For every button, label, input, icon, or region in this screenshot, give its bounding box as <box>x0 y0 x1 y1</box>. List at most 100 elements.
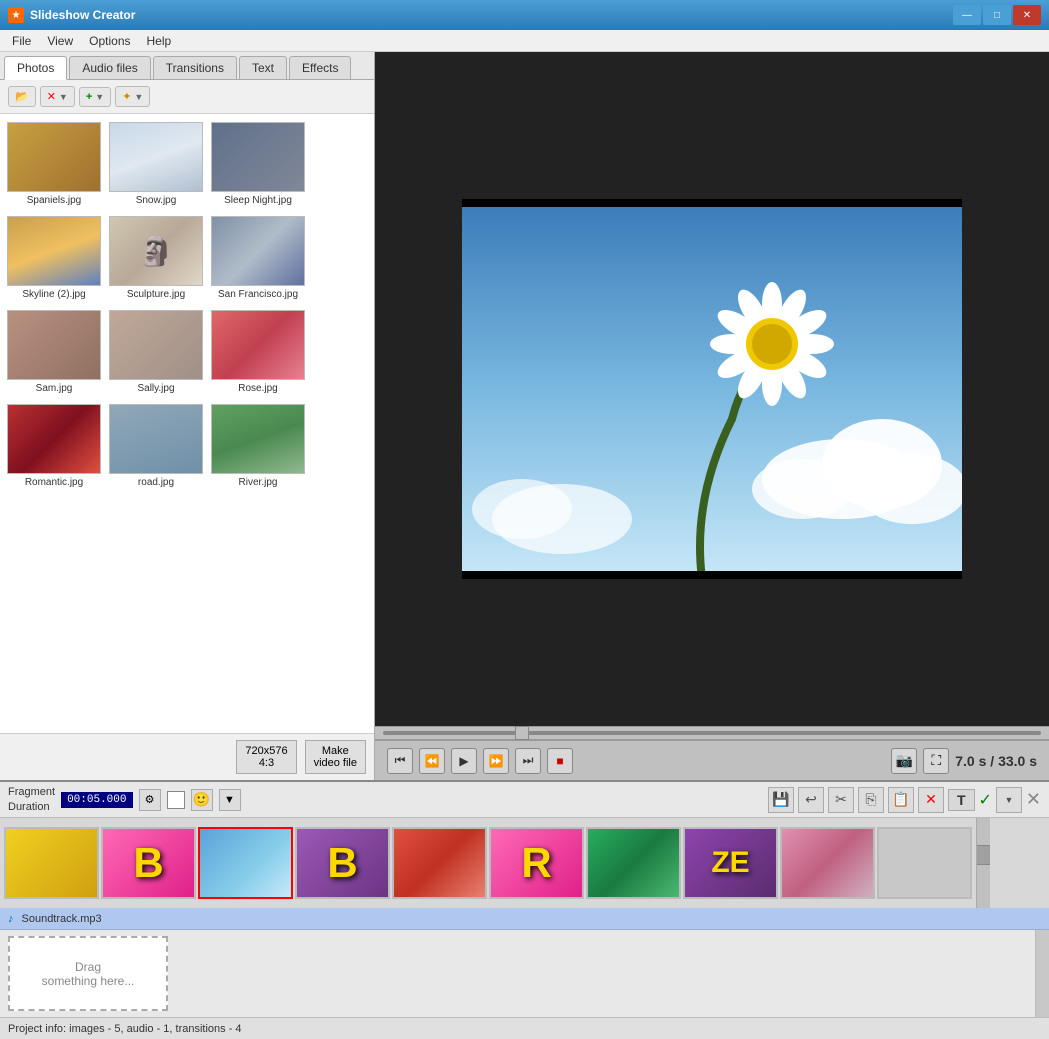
list-item[interactable]: Sam.jpg <box>4 306 104 398</box>
timeline-track: B B R ZE <box>0 818 976 908</box>
list-item[interactable]: River.jpg <box>208 400 308 492</box>
rewind-start-button[interactable]: ⏮ <box>387 748 413 774</box>
audio-filename: Soundtrack.mp3 <box>22 913 102 925</box>
screenshot-button[interactable]: 📷 <box>891 748 917 774</box>
delete-frag-button[interactable]: ✕ <box>918 787 944 813</box>
timeline-item[interactable] <box>780 827 875 899</box>
list-item[interactable]: road.jpg <box>106 400 206 492</box>
forward-button[interactable]: ⏩ <box>483 748 509 774</box>
fullscreen-button[interactable]: ⛶ <box>923 748 949 774</box>
paste-button[interactable]: 📋 <box>888 787 914 813</box>
menu-options[interactable]: Options <box>81 32 138 50</box>
add-icon: + <box>86 91 92 103</box>
bottom-extra: Dragsomething here... <box>0 930 1049 1017</box>
timeline-item[interactable] <box>586 827 681 899</box>
list-item[interactable]: Sleep Night.jpg <box>208 118 308 210</box>
delete-dropdown-icon: ▼ <box>59 92 68 102</box>
preview-area <box>375 52 1049 726</box>
fragment-dropdown-button[interactable]: ▼ <box>219 789 241 811</box>
copy-button[interactable]: ⎘ <box>858 787 884 813</box>
total-time: 33.0 s <box>998 753 1037 769</box>
folder-icon: 📂 <box>15 90 29 103</box>
fragment-face-button[interactable]: 🙂 <box>191 789 213 811</box>
timeline-item[interactable] <box>4 827 99 899</box>
tab-transitions[interactable]: Transitions <box>153 56 237 79</box>
make-video-button[interactable]: Makevideo file <box>305 740 366 774</box>
list-item[interactable]: Skyline (2).jpg <box>4 212 104 304</box>
window-controls: — □ ✕ <box>953 5 1041 25</box>
audio-track: ♪ Soundtrack.mp3 <box>0 908 1049 930</box>
fragment-label: FragmentDuration <box>8 785 55 814</box>
list-item[interactable]: Romantic.jpg <box>4 400 104 492</box>
timeline-item[interactable]: B <box>295 827 390 899</box>
timeline-item[interactable] <box>877 827 972 899</box>
delete-icon: ✕ <box>47 90 56 103</box>
playback-bar: ⏮ ⏪ ▶ ⏩ ⏭ ■ 📷 ⛶ 7.0 s / 33.0 s <box>375 740 1049 780</box>
list-item[interactable]: San Francisco.jpg <box>208 212 308 304</box>
fragment-bar: FragmentDuration 00:05.000 ⚙ 🙂 ▼ 💾 ↩ ✂ ⎘… <box>0 782 1049 818</box>
scrubber-bar[interactable] <box>375 726 1049 740</box>
timeline-item-selected[interactable] <box>198 827 293 899</box>
timeline-item[interactable]: R <box>489 827 584 899</box>
rewind-button[interactable]: ⏪ <box>419 748 445 774</box>
resolution-button[interactable]: 720x5764:3 <box>236 740 296 774</box>
delete-button[interactable]: ✕ ▼ <box>40 86 75 107</box>
title-bar: ★ Slideshow Creator — □ ✕ <box>0 0 1049 30</box>
fragment-time: 00:05.000 <box>61 792 132 808</box>
timeline-item[interactable]: B <box>101 827 196 899</box>
forward-end-button[interactable]: ⏭ <box>515 748 541 774</box>
close-button[interactable]: ✕ <box>1013 5 1041 25</box>
maximize-button[interactable]: □ <box>983 5 1011 25</box>
timeline-item[interactable] <box>392 827 487 899</box>
cut-button[interactable]: ✂ <box>828 787 854 813</box>
scrubber-thumb[interactable] <box>515 726 529 740</box>
minimize-button[interactable]: — <box>953 5 981 25</box>
confirm-dropdown-button[interactable]: ▼ <box>996 787 1022 813</box>
tab-photos[interactable]: Photos <box>4 56 67 80</box>
stop-button[interactable]: ■ <box>547 748 573 774</box>
list-item[interactable]: 🗿 Sculpture.jpg <box>106 212 206 304</box>
fragment-settings-button[interactable]: ⚙ <box>139 789 161 811</box>
add-button[interactable]: + ▼ <box>79 87 111 107</box>
menu-help[interactable]: Help <box>139 32 180 50</box>
file-grid: Spaniels.jpg Snow.jpg Sleep Night.jpg Sk… <box>0 114 374 733</box>
list-item[interactable]: Snow.jpg <box>106 118 206 210</box>
menu-file[interactable]: File <box>4 32 39 50</box>
text-overlay-button[interactable]: T <box>948 789 975 811</box>
timeline-item[interactable]: ZE <box>683 827 778 899</box>
list-item[interactable]: Rose.jpg <box>208 306 308 398</box>
confirm-button[interactable]: ✓ <box>979 790 992 810</box>
auto-button[interactable]: ✦ ▼ <box>115 86 150 107</box>
status-text: Project info: images - 5, audio - 1, tra… <box>8 1023 242 1035</box>
tab-bar: Photos Audio files Transitions Text Effe… <box>0 52 374 80</box>
add-dropdown-icon: ▼ <box>95 92 104 102</box>
open-button[interactable]: 📂 <box>8 86 36 107</box>
left-panel: Photos Audio files Transitions Text Effe… <box>0 52 375 780</box>
menu-bar: File View Options Help <box>0 30 1049 52</box>
main-container: Photos Audio files Transitions Text Effe… <box>0 52 1049 780</box>
time-separator: / <box>990 753 998 769</box>
audio-icon: ♪ <box>8 913 14 925</box>
preview-top-bar <box>462 199 962 207</box>
tab-text[interactable]: Text <box>239 56 287 79</box>
cancel-button[interactable]: ✕ <box>1026 789 1041 810</box>
fragment-checkbox[interactable] <box>167 791 185 809</box>
drop-zone-text: Dragsomething here... <box>42 960 135 988</box>
time-display: 7.0 s / 33.0 s <box>955 753 1037 769</box>
bottom-section: FragmentDuration 00:05.000 ⚙ 🙂 ▼ 💾 ↩ ✂ ⎘… <box>0 780 1049 1039</box>
tab-effects[interactable]: Effects <box>289 56 351 79</box>
drop-zone[interactable]: Dragsomething here... <box>8 936 168 1011</box>
right-panel: ⏮ ⏪ ▶ ⏩ ⏭ ■ 📷 ⛶ 7.0 s / 33.0 s <box>375 52 1049 780</box>
preview-bottom-bar <box>462 571 962 579</box>
tab-audio-files[interactable]: Audio files <box>69 56 150 79</box>
list-item[interactable]: Spaniels.jpg <box>4 118 104 210</box>
fragment-toolbar-right: 💾 ↩ ✂ ⎘ 📋 ✕ T ✓ ▼ ✕ <box>768 787 1041 813</box>
menu-view[interactable]: View <box>39 32 81 50</box>
play-button[interactable]: ▶ <box>451 748 477 774</box>
undo-button[interactable]: ↩ <box>798 787 824 813</box>
list-item[interactable]: Sally.jpg <box>106 306 206 398</box>
save-button[interactable]: 💾 <box>768 787 794 813</box>
preview-svg <box>462 199 962 579</box>
timeline-scroll[interactable]: B B R ZE <box>0 818 1049 908</box>
current-time: 7.0 s <box>955 753 986 769</box>
